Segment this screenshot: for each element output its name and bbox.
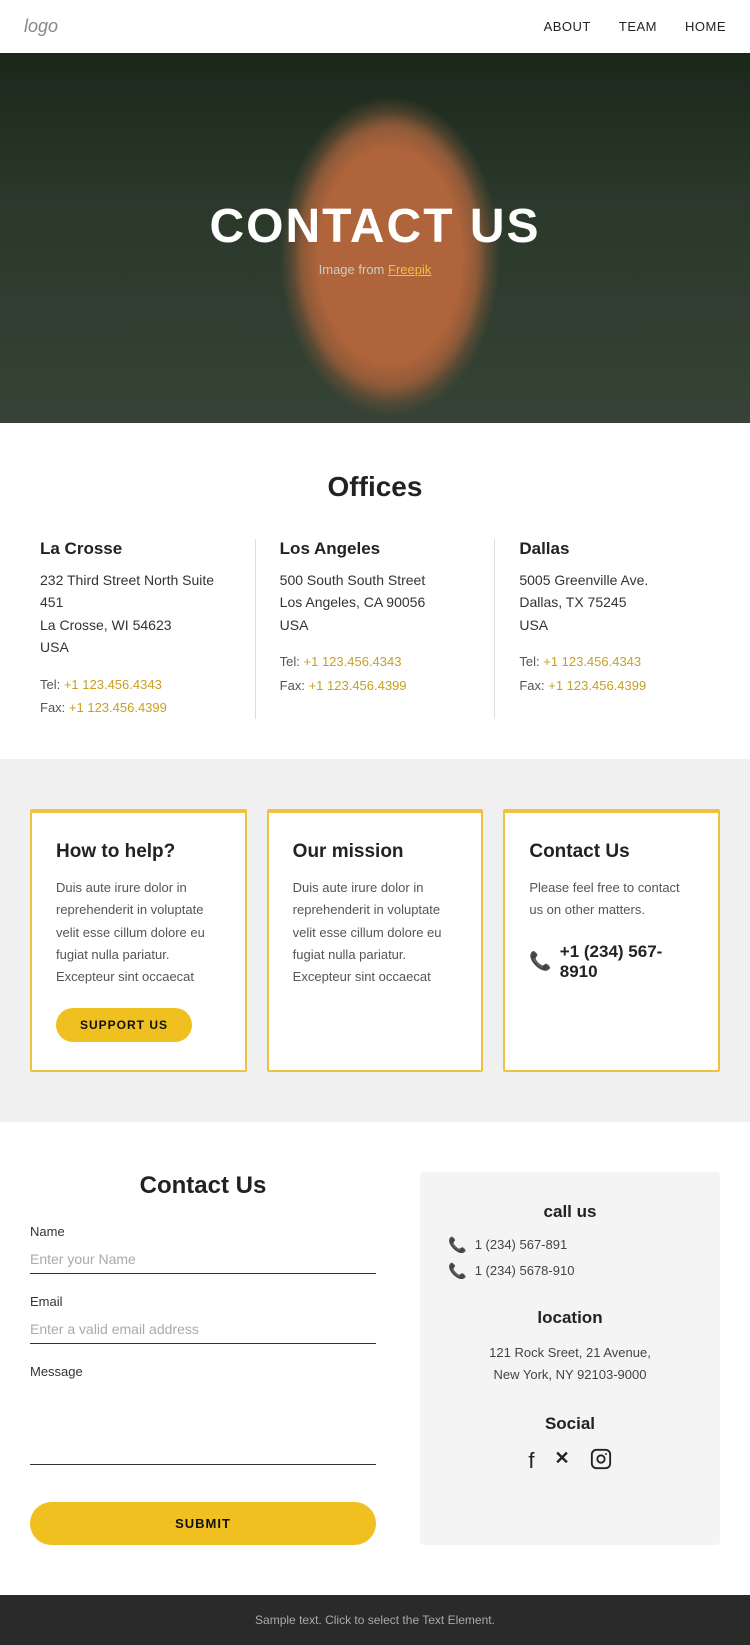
office-divider-1	[255, 539, 256, 719]
nav-home[interactable]: HOME	[685, 19, 726, 34]
office-los-angeles: Los Angeles 500 South South StreetLos An…	[280, 539, 471, 719]
office-dallas: Dallas 5005 Greenville Ave.Dallas, TX 75…	[519, 539, 710, 719]
contact-info-side: call us 📞 1 (234) 567-891 📞 1 (234) 5678…	[420, 1172, 720, 1545]
submit-button[interactable]: SUBMIT	[30, 1502, 376, 1545]
address-line1: 121 Rock Sreet, 21 Avenue,	[489, 1345, 651, 1360]
navbar: logo ABOUT TEAM HOME	[0, 0, 750, 53]
office-contact-dallas: Tel: +1 123.456.4343 Fax: +1 123.456.439…	[519, 650, 710, 697]
x-twitter-icon[interactable]: ✕	[555, 1448, 570, 1476]
office-divider-2	[494, 539, 495, 719]
facebook-icon[interactable]: f	[528, 1448, 534, 1476]
la-fax[interactable]: +1 123.456.4399	[309, 678, 407, 693]
form-title: Contact Us	[30, 1172, 376, 1200]
contact-phone-row: 📞 +1 (234) 567-8910	[529, 942, 694, 982]
phone-row-1: 📞 1 (234) 567-891	[448, 1236, 692, 1254]
location-section: location 121 Rock Sreet, 21 Avenue, New …	[448, 1308, 692, 1386]
location-address: 121 Rock Sreet, 21 Avenue, New York, NY …	[448, 1342, 692, 1386]
footer-text: Sample text. Click to select the Text El…	[24, 1613, 726, 1627]
nav-about[interactable]: ABOUT	[544, 19, 591, 34]
offices-grid: La Crosse 232 Third Street North Suite 4…	[40, 539, 710, 719]
hero-content: CONTACT US Image from Freepik	[209, 199, 540, 277]
call-us-section: call us 📞 1 (234) 567-891 📞 1 (234) 5678…	[448, 1202, 692, 1280]
phone-icon: 📞	[529, 951, 551, 972]
office-name-la: Los Angeles	[280, 539, 471, 559]
instagram-icon[interactable]	[590, 1448, 612, 1476]
location-title: location	[448, 1308, 692, 1328]
email-label: Email	[30, 1294, 376, 1309]
office-contact-la-crosse: Tel: +1 123.456.4343 Fax: +1 123.456.439…	[40, 673, 231, 720]
offices-section: Offices La Crosse 232 Third Street North…	[0, 423, 750, 759]
office-addr-dallas: 5005 Greenville Ave.Dallas, TX 75245USA	[519, 569, 710, 636]
email-field-group: Email	[30, 1294, 376, 1344]
card-contact: Contact Us Please feel free to contact u…	[503, 809, 720, 1071]
nav-team[interactable]: TEAM	[619, 19, 657, 34]
office-contact-la: Tel: +1 123.456.4343 Fax: +1 123.456.439…	[280, 650, 471, 697]
name-label: Name	[30, 1224, 376, 1239]
offices-title: Offices	[40, 471, 710, 503]
call-us-title: call us	[448, 1202, 692, 1222]
contact-form-side: Contact Us Name Email Message SUBMIT	[30, 1172, 396, 1545]
la-crosse-fax[interactable]: +1 123.456.4399	[69, 700, 167, 715]
phone-2: 1 (234) 5678-910	[475, 1263, 575, 1278]
hero-section: CONTACT US Image from Freepik	[0, 53, 750, 423]
card-text-0: Duis aute irure dolor in reprehenderit i…	[56, 877, 221, 987]
footer: Sample text. Click to select the Text El…	[0, 1595, 750, 1645]
dallas-fax[interactable]: +1 123.456.4399	[548, 678, 646, 693]
office-la-crosse: La Crosse 232 Third Street North Suite 4…	[40, 539, 231, 719]
phone-icon-2: 📞	[448, 1262, 467, 1280]
contact-section: Contact Us Name Email Message SUBMIT cal…	[0, 1122, 750, 1595]
cards-grid: How to help? Duis aute irure dolor in re…	[30, 809, 720, 1071]
office-addr-la: 500 South South StreetLos Angeles, CA 90…	[280, 569, 471, 636]
la-crosse-tel[interactable]: +1 123.456.4343	[64, 677, 162, 692]
hero-subtitle: Image from Freepik	[209, 262, 540, 277]
email-input[interactable]	[30, 1315, 376, 1344]
card-how-to-help: How to help? Duis aute irure dolor in re…	[30, 809, 247, 1071]
la-tel[interactable]: +1 123.456.4343	[304, 654, 402, 669]
contact-phone-number: +1 (234) 567-8910	[560, 942, 694, 982]
phone-1: 1 (234) 567-891	[475, 1237, 568, 1252]
social-title: Social	[448, 1414, 692, 1434]
name-field-group: Name	[30, 1224, 376, 1274]
logo: logo	[24, 16, 58, 37]
address-line2: New York, NY 92103-9000	[494, 1367, 647, 1382]
message-field-group: Message	[30, 1364, 376, 1470]
card-title-1: Our mission	[293, 841, 458, 863]
dallas-tel[interactable]: +1 123.456.4343	[543, 654, 641, 669]
office-addr-la-crosse: 232 Third Street North Suite 451La Cross…	[40, 569, 231, 659]
card-text-1: Duis aute irure dolor in reprehenderit i…	[293, 877, 458, 987]
message-input[interactable]	[30, 1385, 376, 1465]
message-label: Message	[30, 1364, 376, 1379]
card-text-2: Please feel free to contact us on other …	[529, 877, 694, 921]
office-name-la-crosse: La Crosse	[40, 539, 231, 559]
image-credit-text: Image from	[319, 262, 388, 277]
name-input[interactable]	[30, 1245, 376, 1274]
social-section: Social f ✕	[448, 1414, 692, 1476]
freepik-link[interactable]: Freepik	[388, 262, 431, 277]
phone-row-2: 📞 1 (234) 5678-910	[448, 1262, 692, 1280]
card-title-0: How to help?	[56, 841, 221, 863]
card-title-2: Contact Us	[529, 841, 694, 863]
hero-title: CONTACT US	[209, 199, 540, 254]
social-icons: f ✕	[448, 1448, 692, 1476]
support-us-button[interactable]: SUPPORT US	[56, 1008, 192, 1042]
phone-icon-1: 📞	[448, 1236, 467, 1254]
card-mission: Our mission Duis aute irure dolor in rep…	[267, 809, 484, 1071]
cards-section: How to help? Duis aute irure dolor in re…	[0, 759, 750, 1121]
nav-links: ABOUT TEAM HOME	[544, 19, 726, 34]
office-name-dallas: Dallas	[519, 539, 710, 559]
